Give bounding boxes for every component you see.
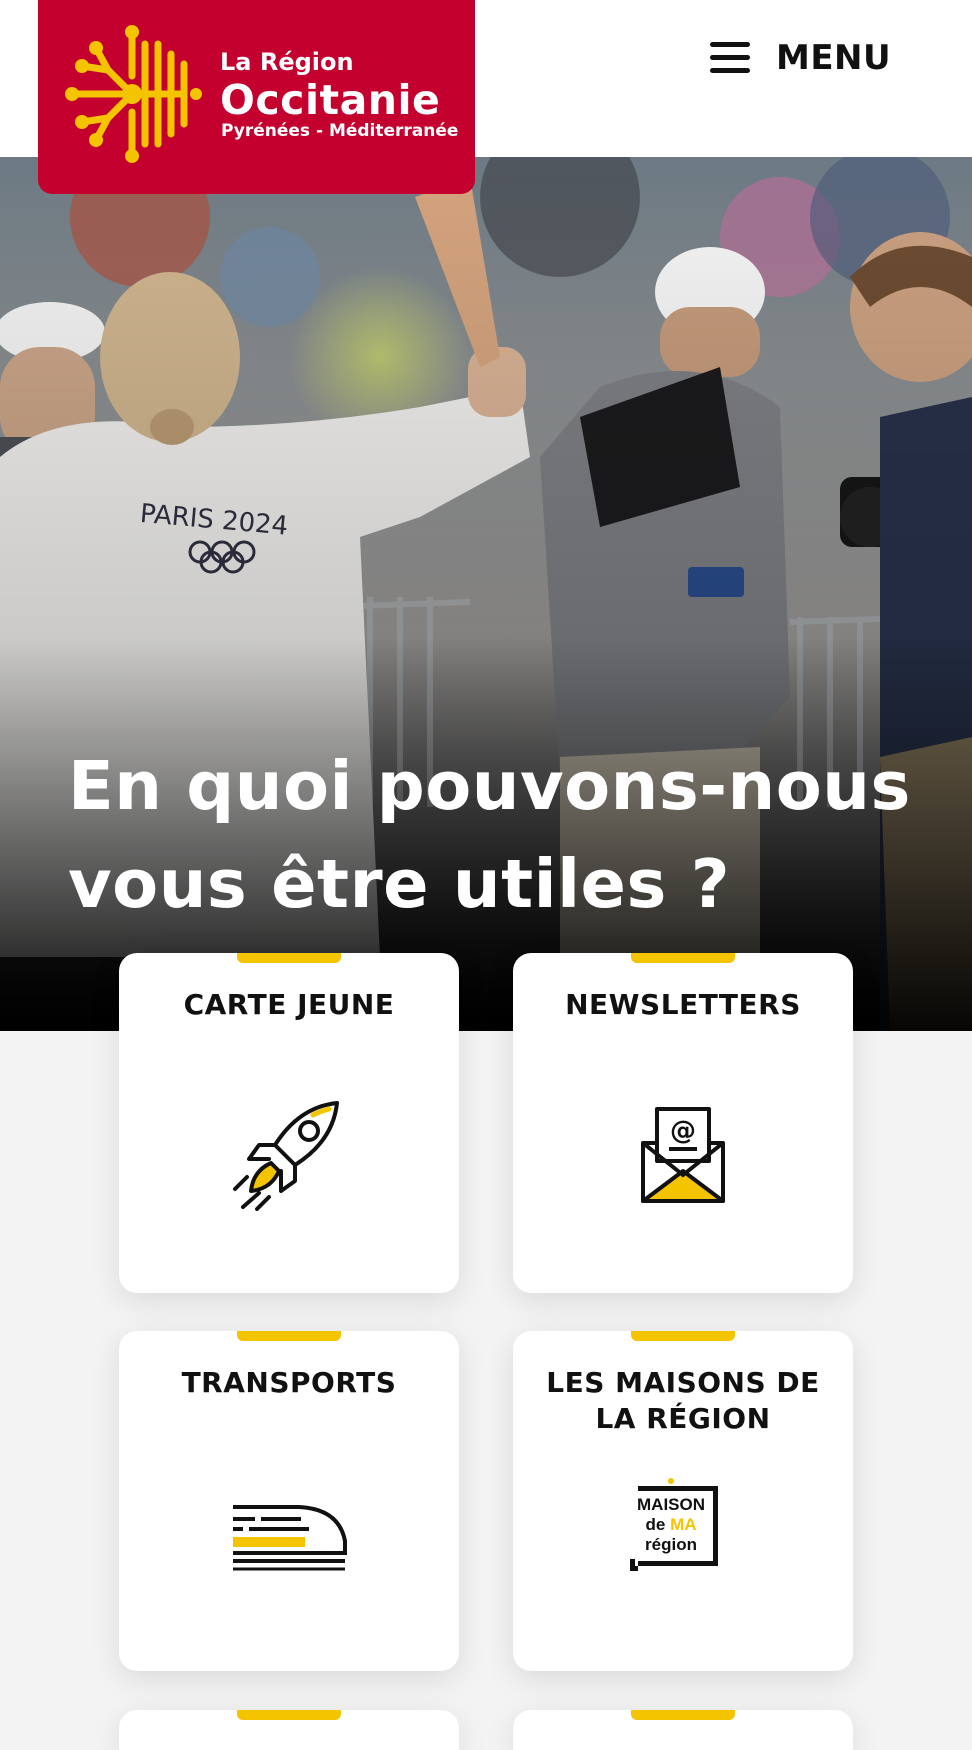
maison-logo-region: région (645, 1535, 697, 1554)
card-title: CARTE JEUNE (183, 988, 395, 1021)
occitan-cross-icon (65, 25, 202, 163)
card-transports[interactable]: TRANSPORTS (119, 1331, 459, 1671)
maison-logo-ma: MA (670, 1515, 697, 1534)
hamburger-menu-icon (710, 42, 750, 74)
region-logo[interactable]: La Région Occitanie Pyrénées - Méditerra… (38, 0, 475, 194)
card-next-left[interactable] (119, 1710, 459, 1750)
card-accent-bar (237, 1710, 341, 1720)
hero-title: En quoi pouvons-nous vous être utiles ? (68, 747, 911, 923)
card-carte-jeune[interactable]: CARTE JEUNE (119, 953, 459, 1293)
hero-banner: PARIS 2024 En quoi pouvons-nous vous êtr… (0, 157, 972, 1031)
card-title: NEWSLETTERS (565, 988, 801, 1021)
menu-button[interactable]: MENU (710, 38, 891, 78)
card-accent-bar (237, 1331, 341, 1341)
card-maisons-de-la-region[interactable]: LES MAISONS DE LA RÉGION MAISON de MA ré… (513, 1331, 853, 1671)
svg-text:@: @ (670, 1116, 696, 1146)
card-accent-bar (631, 953, 735, 963)
card-next-right[interactable] (513, 1710, 853, 1750)
card-accent-bar (237, 953, 341, 963)
card-accent-bar (631, 1331, 735, 1341)
train-icon (233, 1505, 347, 1571)
logo-line-1: La Région (220, 48, 354, 76)
rocket-icon (233, 1101, 339, 1211)
maison-logo-de: de (645, 1515, 666, 1534)
card-title: TRANSPORTS (181, 1366, 397, 1399)
card-title: LES MAISONS DE LA RÉGION (546, 1366, 820, 1435)
envelope-at-icon: @ (641, 1107, 725, 1203)
menu-label: MENU (776, 38, 892, 78)
logo-line-2: Occitanie (220, 76, 441, 124)
maison-logo-line-1: MAISON (635, 1495, 707, 1515)
card-accent-bar (631, 1710, 735, 1720)
logo-line-3: Pyrénées - Méditerranée (221, 121, 459, 141)
maison-de-ma-region-icon: MAISON de MA région (630, 1478, 718, 1571)
card-newsletters[interactable]: NEWSLETTERS @ (513, 953, 853, 1293)
